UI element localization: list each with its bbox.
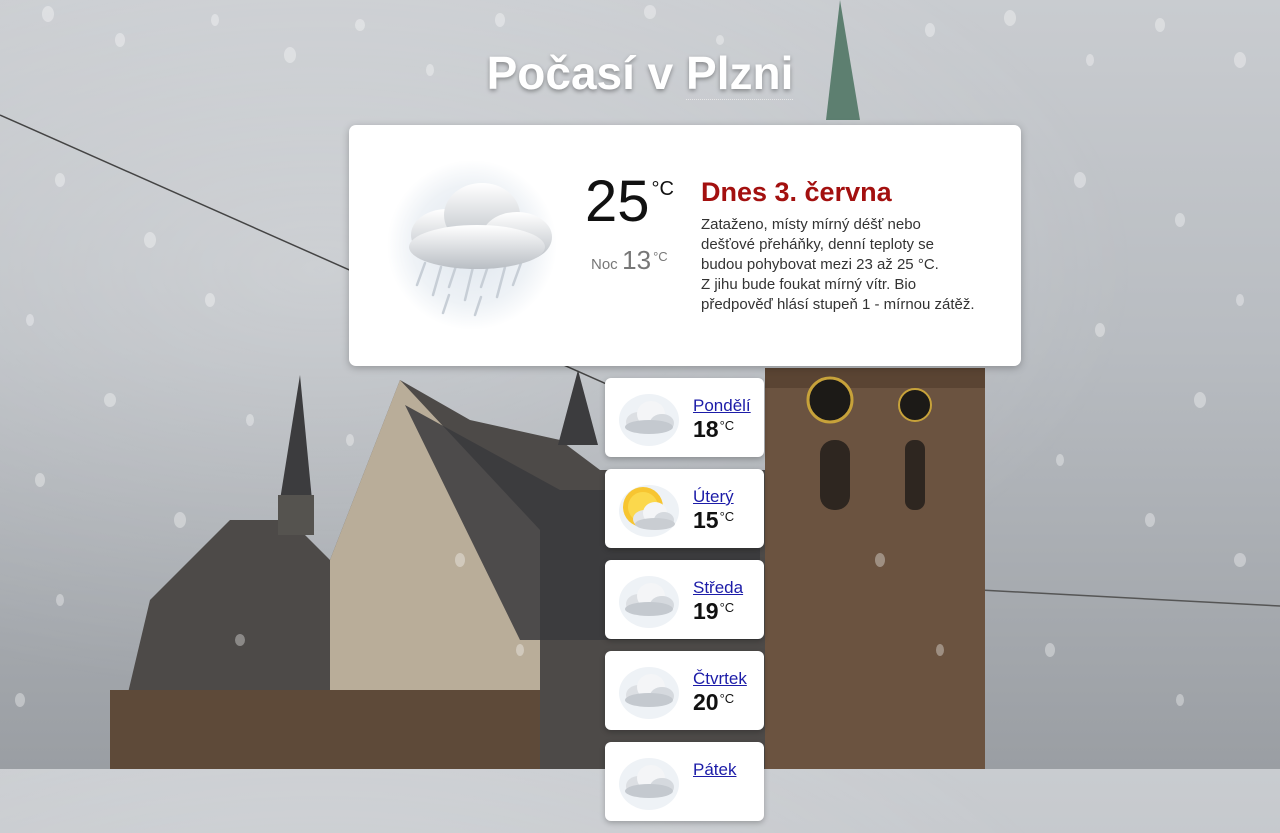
city-name[interactable]: Plzni [686, 47, 794, 100]
cloud-icon [617, 754, 681, 810]
today-date: Dnes 3. června [701, 177, 892, 207]
today-temp-value: 25 [585, 169, 650, 234]
forecast-day-card: Čtvrtek 20°C [605, 651, 764, 730]
description-line: budou pohybovat mezi 23 až 25 °C. [701, 256, 939, 273]
forecast-list: Pondělí 18°C Úterý 15°C Středa 19°C Čtvr… [605, 378, 764, 833]
forecast-temp-unit: °C [719, 418, 735, 433]
forecast-day-link[interactable]: Pondělí [693, 396, 751, 416]
forecast-day-temp: 18°C [693, 416, 734, 443]
forecast-day-card: Pondělí 18°C [605, 378, 764, 457]
forecast-day-temp: 19°C [693, 598, 734, 625]
night-label: Noc [591, 256, 618, 273]
forecast-temp-value: 15 [693, 507, 719, 533]
forecast-temp-unit: °C [719, 509, 735, 524]
title-prefix: Počasí v [486, 47, 687, 99]
cloud-rain-icon [377, 155, 567, 335]
description-line: dešťové přeháňky, denní teploty se [701, 236, 934, 253]
forecast-day-temp [693, 780, 694, 807]
forecast-day-link[interactable]: Čtvrtek [693, 669, 747, 689]
night-temperature: Noc 13 °C [591, 245, 668, 276]
night-temp-value: 13 [622, 245, 652, 275]
today-temperature: 25 °C [585, 173, 674, 231]
forecast-temp-value: 18 [693, 416, 719, 442]
forecast-day-link[interactable]: Úterý [693, 487, 734, 507]
forecast-day-card: Středa 19°C [605, 560, 764, 639]
description-line: Zataženo, místy mírný déšť nebo [701, 216, 921, 233]
night-temp-unit: °C [653, 249, 668, 264]
forecast-day-temp: 20°C [693, 689, 734, 716]
forecast-temp-value: 20 [693, 689, 719, 715]
description-line: Z jihu bude foukat mírný vítr. Bio [701, 276, 917, 293]
forecast-temp-unit: °C [719, 600, 735, 615]
forecast-temp-value: 19 [693, 598, 719, 624]
night-temp: 13 °C [622, 245, 668, 275]
forecast-day-card: Pátek [605, 742, 764, 821]
sun-cloud-icon [617, 481, 681, 537]
cloud-icon [617, 663, 681, 719]
forecast-day-temp: 15°C [693, 507, 734, 534]
cloud-icon [617, 390, 681, 446]
today-description: Zataženo, místy mírný déšť nebo dešťové … [701, 215, 976, 315]
page-title: Počasí v Plzni [0, 46, 1280, 100]
forecast-day-link[interactable]: Středa [693, 578, 743, 598]
cloud-icon [617, 572, 681, 628]
today-card: 25 °C Noc 13 °C Dnes 3. června Zataženo, m… [349, 125, 1021, 366]
description-line: předpověď hlásí stupeň 1 - mírnou zátěž. [701, 296, 975, 313]
forecast-temp-unit: °C [719, 691, 735, 706]
forecast-day-card: Úterý 15°C [605, 469, 764, 548]
forecast-day-link[interactable]: Pátek [693, 760, 736, 780]
today-temp-unit: °C [651, 178, 674, 200]
